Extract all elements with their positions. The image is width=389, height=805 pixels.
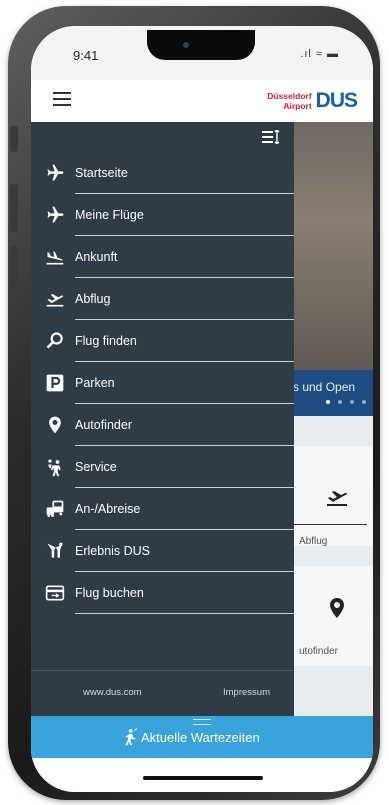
tile-label-autofinder: utofinder — [299, 646, 338, 657]
impressum-link[interactable]: Impressum — [223, 687, 270, 698]
sort-icon[interactable] — [262, 130, 280, 144]
website-link[interactable]: www.dus.com — [83, 687, 142, 698]
experience-icon — [47, 542, 63, 558]
airplane-landing-icon — [46, 251, 64, 265]
menu-item-service[interactable]: Service — [31, 446, 294, 488]
menu-item-an-abreise[interactable]: An-/Abreise — [31, 488, 294, 530]
map-pin-icon — [49, 416, 61, 434]
mute-switch — [10, 126, 18, 152]
app-header: Düsseldorf Airport DUS — [31, 80, 373, 123]
menu-label: Service — [75, 460, 117, 474]
bus-icon — [46, 500, 64, 517]
menu-label: Autofinder — [75, 418, 132, 432]
menu-label: Startseite — [75, 166, 128, 180]
menu-label: An-/Abreise — [75, 502, 141, 516]
menu-label: Erlebnis DUS — [75, 544, 151, 558]
menu-label: Parken — [75, 376, 115, 390]
menu-item-abflug[interactable]: Abflug — [31, 278, 294, 320]
screen: 9:41 .ıl ≈ ▬ Düsseldorf Airport DUS s un… — [31, 26, 373, 792]
drawer-footer: www.dus.com Impressum — [31, 670, 294, 717]
service-people-icon — [48, 459, 61, 477]
menu-label: Meine Flüge — [75, 208, 144, 222]
phone-frame: 9:41 .ıl ≈ ▬ Düsseldorf Airport DUS s un… — [8, 6, 380, 800]
search-icon — [46, 332, 63, 349]
menu-label: Flug buchen — [75, 586, 144, 600]
map-pin-icon — [330, 598, 344, 618]
wait-times-bar[interactable]: Aktuelle Wartezeiten — [31, 716, 373, 758]
menu-label: Abflug — [75, 292, 111, 306]
volume-down-button — [10, 246, 18, 294]
airport-logo[interactable]: Düsseldorf Airport DUS — [267, 88, 358, 114]
airplane-right-icon — [47, 206, 64, 223]
logo-line1: Düsseldorf — [267, 91, 312, 101]
tile-underline — [293, 524, 367, 525]
airplane-takeoff-icon — [46, 294, 64, 307]
airplane-takeoff-icon — [327, 491, 347, 506]
logo-mark: DUS — [315, 89, 358, 112]
notch — [147, 30, 255, 60]
menu-item-ankunft[interactable]: Ankunft — [31, 236, 294, 278]
person-walking-icon — [125, 728, 138, 746]
status-bar: 9:41 .ıl ≈ ▬ — [31, 26, 373, 80]
menu-item-meine-fluege[interactable]: Meine Flüge — [31, 194, 294, 236]
logo-line2: Airport — [283, 101, 312, 111]
status-time: 9:41 — [73, 48, 99, 63]
menu-label: Flug finden — [75, 334, 137, 348]
menu-item-startseite[interactable]: Startseite — [31, 152, 294, 194]
credit-card-icon — [45, 585, 65, 601]
menu-icon[interactable] — [53, 92, 71, 106]
banner-text: s und Open — [293, 380, 356, 394]
menu-item-erlebnis-dus[interactable]: Erlebnis DUS — [31, 530, 294, 572]
parking-icon — [46, 374, 64, 392]
menu-item-parken[interactable]: Parken — [31, 362, 294, 404]
carousel-dots — [326, 400, 366, 404]
navigation-drawer: Startseite Meine Flüge Ankunft Abflug Fl… — [31, 122, 294, 716]
signal-wifi-battery-icon: .ıl ≈ ▬ — [300, 48, 339, 60]
menu-item-autofinder[interactable]: Autofinder — [31, 404, 294, 446]
menu-label: Ankunft — [75, 250, 118, 264]
drawer-menu: Startseite Meine Flüge Ankunft Abflug Fl… — [31, 152, 294, 614]
wait-times-label: Aktuelle Wartezeiten — [141, 730, 260, 745]
menu-item-flug-finden[interactable]: Flug finden — [31, 320, 294, 362]
camera-icon — [183, 42, 189, 48]
airplane-icon — [47, 164, 64, 181]
home-indicator[interactable] — [143, 776, 263, 780]
menu-item-flug-buchen[interactable]: Flug buchen — [31, 572, 294, 614]
volume-up-button — [10, 184, 18, 232]
home-indicator-area — [31, 758, 373, 792]
drag-handle[interactable] — [193, 719, 211, 725]
tile-label-abflug: Abflug — [299, 536, 328, 547]
